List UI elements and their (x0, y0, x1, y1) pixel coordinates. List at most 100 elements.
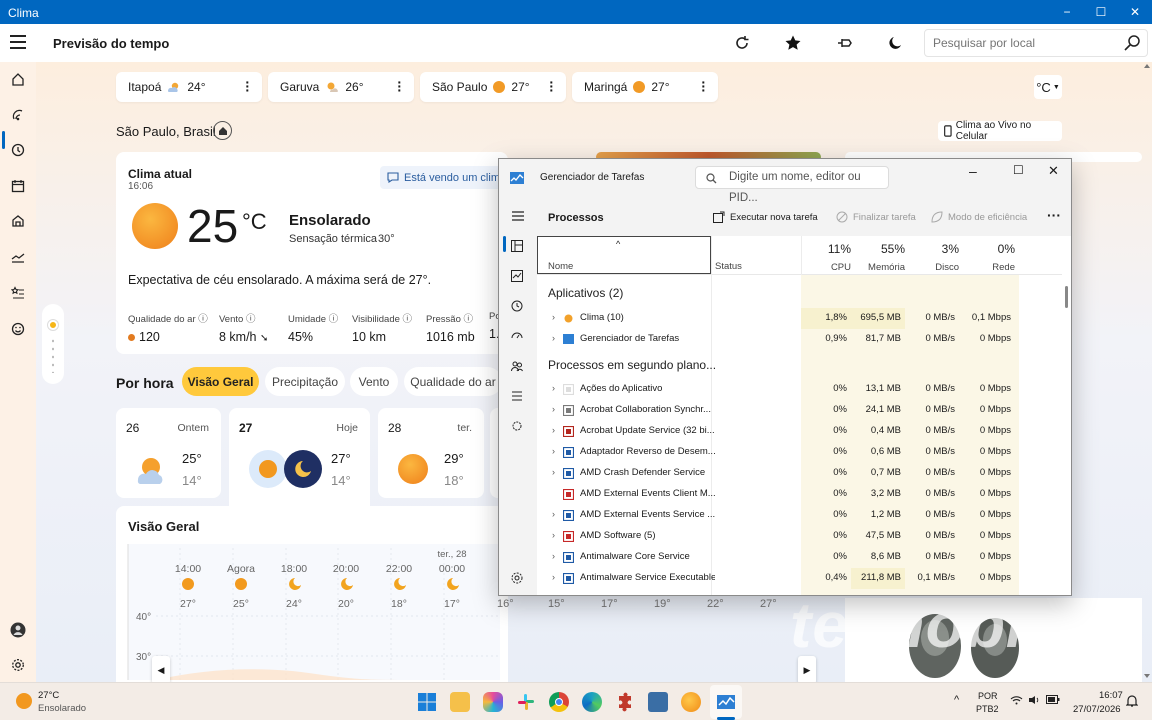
name-column-header[interactable]: ^ Nome (537, 236, 711, 274)
metric-pressure[interactable]: Pressão ⓘ 1016 mb (426, 311, 475, 344)
maximize-button[interactable]: ☐ (1013, 163, 1024, 177)
performance-icon[interactable] (511, 270, 523, 282)
battery-icon[interactable] (1046, 695, 1060, 705)
pin-icon[interactable] (834, 32, 856, 54)
search-icon[interactable] (1123, 34, 1141, 52)
location-search[interactable] (924, 29, 1148, 57)
clock-date[interactable]: 27/07/2026 (1073, 704, 1121, 715)
calendar-icon[interactable] (9, 177, 27, 195)
page-scrollbar[interactable] (1142, 62, 1152, 682)
day-card-yesterday[interactable]: 26 Ontem 25° 14° (116, 408, 221, 498)
menu-icon[interactable] (511, 211, 525, 221)
input-language[interactable]: POR (978, 691, 998, 701)
chevron-right-icon[interactable]: › (552, 404, 555, 414)
copilot-icon[interactable] (483, 692, 503, 712)
metric-visibility[interactable]: Visibilidade ⓘ 10 km (352, 311, 412, 344)
task-manager-window[interactable]: Gerenciador de Tarefas Digite um nome, e… (498, 158, 1072, 596)
more-options-icon[interactable]: ··· (245, 75, 250, 97)
chevron-right-icon[interactable]: › (552, 530, 555, 540)
chevron-right-icon[interactable]: › (552, 467, 555, 477)
table-scrollbar-thumb[interactable] (1065, 286, 1068, 308)
file-explorer-icon[interactable] (450, 692, 470, 712)
tab-air-quality[interactable]: Qualidade do ar (404, 367, 502, 396)
tab-precipitation[interactable]: Precipitação (265, 367, 345, 396)
services-icon[interactable] (511, 420, 523, 432)
close-button[interactable]: ✕ (1118, 0, 1152, 24)
status-column-header[interactable]: Status (715, 261, 742, 272)
pinned-city-garuva[interactable]: Garuva 26° · · · (268, 72, 414, 102)
chrome-icon[interactable] (549, 692, 569, 712)
maximize-button[interactable]: ☐ (1084, 0, 1118, 24)
slider-sun-icon[interactable] (48, 320, 58, 330)
metric-humidity[interactable]: Umidade ⓘ 45% (288, 311, 338, 344)
radar-icon[interactable] (9, 106, 27, 124)
chevron-right-icon[interactable]: › (552, 572, 555, 582)
notepad-icon[interactable] (648, 692, 668, 712)
settings-icon[interactable] (9, 656, 27, 674)
chevron-right-icon[interactable]: › (552, 509, 555, 519)
scroll-left-button[interactable]: ◀ (152, 656, 170, 684)
star-list-icon[interactable] (9, 284, 27, 302)
memory-column-header[interactable]: 55% Memória (851, 237, 905, 274)
weather-widget-sun-icon[interactable] (16, 693, 32, 709)
menu-icon[interactable] (10, 35, 26, 49)
process-row[interactable]: › Antimalware Service Executable 0,4% 211,8… (537, 568, 1071, 589)
process-row[interactable]: AMD External Events Client M... 0% 3,2 MB 0… (537, 484, 1071, 505)
start-icon[interactable] (417, 692, 437, 712)
chevron-right-icon[interactable]: › (552, 446, 555, 456)
minimize-button[interactable]: – (969, 163, 977, 179)
process-row[interactable]: › Gerenciador de Tarefas 0,9% 81,7 MB 0 MB/s… (537, 329, 1071, 350)
search-input[interactable] (933, 36, 1113, 50)
smiley-icon[interactable] (9, 320, 27, 338)
more-options-icon[interactable]: ··· (701, 75, 706, 97)
disk-column-header[interactable]: 3% Disco (905, 237, 959, 274)
wifi-icon[interactable] (1010, 695, 1023, 705)
info-tip-button[interactable]: Está vendo um clima (380, 166, 502, 189)
end-task-button[interactable]: Finalizar tarefa (836, 211, 916, 223)
task-manager-search[interactable]: Digite um nome, editor ou PID... (695, 166, 889, 204)
puzzle-app-icon[interactable] (615, 692, 635, 712)
refresh-icon[interactable] (731, 32, 753, 54)
task-manager-taskbar-icon[interactable] (716, 692, 736, 712)
clock-time[interactable]: 16:07 (1099, 690, 1123, 701)
trend-icon[interactable] (9, 248, 27, 266)
chevron-right-icon[interactable]: › (552, 551, 555, 561)
processes-icon[interactable] (511, 240, 523, 252)
run-new-task-button[interactable]: Executar nova tarefa (713, 211, 818, 223)
unit-selector[interactable]: °C ▼ (1034, 75, 1062, 99)
chevron-right-icon[interactable]: › (552, 383, 555, 393)
chevron-right-icon[interactable]: › (552, 425, 555, 435)
startup-icon[interactable] (511, 330, 523, 342)
live-on-phone-button[interactable]: Clima ao Vivo no Celular (938, 120, 1062, 142)
weather-widget-temp[interactable]: 27°C (38, 690, 59, 701)
set-home-button[interactable] (213, 121, 232, 140)
process-row[interactable]: › Ações do Aplicativo 0% 13,1 MB 0 MB/s 0 Mbp… (537, 379, 1071, 400)
minimize-button[interactable]: − (1050, 0, 1084, 24)
process-row[interactable]: › AMD Software (5) 0% 47,5 MB 0 MB/s 0 Mbps (537, 526, 1071, 547)
network-column-header[interactable]: 0% Rede (959, 237, 1015, 274)
history-icon[interactable] (511, 300, 523, 312)
weather-app-icon[interactable] (681, 692, 701, 712)
chevron-right-icon[interactable]: › (552, 333, 555, 343)
pinned-city-maringa[interactable]: Maringá 27° · · · (572, 72, 718, 102)
close-button[interactable]: ✕ (1048, 163, 1059, 179)
day-night-slider[interactable] (42, 304, 64, 384)
efficiency-mode-button[interactable]: Modo de eficiência (931, 211, 1027, 223)
weather-widget-condition[interactable]: Ensolarado (38, 703, 86, 714)
details-icon[interactable] (511, 390, 523, 402)
process-row[interactable]: › Acrobat Collaboration Synchr... 0% 24,1 M… (537, 400, 1071, 421)
metric-air-quality[interactable]: Qualidade do ar ⓘ 120 (128, 311, 208, 344)
moon-icon[interactable] (884, 32, 906, 54)
speaker-icon[interactable] (1028, 695, 1041, 705)
day-card-today[interactable]: 27 Hoje 27° 14° (229, 408, 370, 508)
tab-wind[interactable]: Vento (350, 367, 398, 396)
process-row[interactable]: › Clima (10) 1,8% 695,5 MB 0 MB/s 0,1 Mbps (537, 308, 1071, 329)
more-options-icon[interactable]: ··· (397, 75, 402, 97)
users-icon[interactable] (511, 360, 523, 372)
process-row[interactable]: › AMD Crash Defender Service 0% 0,7 MB 0 MB/… (537, 463, 1071, 484)
chevron-right-icon[interactable]: › (552, 312, 555, 322)
settings-icon[interactable] (511, 572, 523, 584)
more-options-icon[interactable]: ··· (549, 75, 554, 97)
day-card-tomorrow[interactable]: 28 ter. 29° 18° (378, 408, 484, 498)
slack-icon[interactable] (516, 692, 536, 712)
